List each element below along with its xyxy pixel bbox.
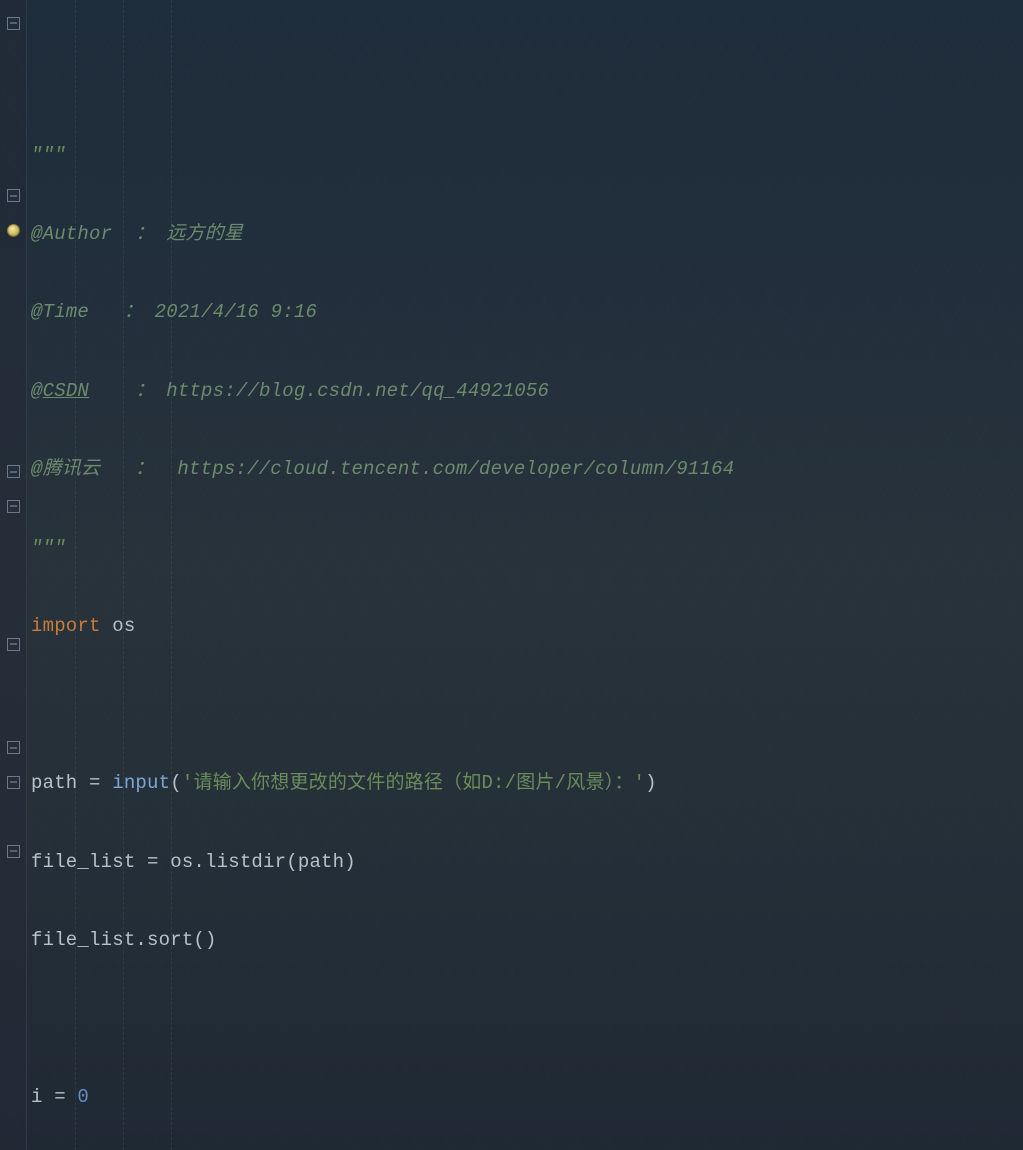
docstring-text: @Time ： 2021/4/16 9:16 <box>31 301 317 323</box>
string-literal: '请输入你想更改的文件的路径（如D:/图片/风景）：' <box>182 772 645 794</box>
fold-toggle-icon[interactable] <box>0 834 26 869</box>
code-line[interactable]: path = input('请输入你想更改的文件的路径（如D:/图片/风景）：'… <box>31 766 1023 801</box>
fold-toggle-icon[interactable] <box>0 731 26 766</box>
gutter-blank <box>0 282 26 317</box>
gutter-blank <box>0 524 26 559</box>
code-line[interactable]: @CSDN ： https://blog.csdn.net/qq_4492105… <box>31 374 1023 409</box>
fold-toggle-icon[interactable] <box>0 765 26 800</box>
docstring-quote: """ <box>31 144 66 166</box>
gutter-blank <box>0 248 26 283</box>
code-line[interactable]: import os <box>31 609 1023 644</box>
number-literal: 0 <box>77 1086 89 1108</box>
code-line[interactable] <box>31 688 1023 723</box>
code-line[interactable]: @腾讯云 ： https://cloud.tencent.com/develop… <box>31 452 1023 487</box>
gutter-blank <box>0 869 26 904</box>
gutter-blank <box>0 41 26 76</box>
gutter-blank <box>0 386 26 421</box>
gutter-blank <box>0 420 26 455</box>
fold-toggle-icon[interactable] <box>0 627 26 662</box>
code-area[interactable]: """ @Author ： 远方的星 @Time ： 2021/4/16 9:1… <box>27 0 1023 1150</box>
keyword-import: import <box>31 615 101 637</box>
docstring-text: @腾讯云 ： https://cloud.tencent.com/develop… <box>31 458 734 480</box>
gutter-blank <box>0 110 26 145</box>
lightbulb-icon[interactable] <box>0 213 26 248</box>
gutter-blank <box>0 144 26 179</box>
gutter <box>0 0 27 1150</box>
code-line[interactable]: @Time ： 2021/4/16 9:16 <box>31 295 1023 330</box>
gutter-blank <box>0 558 26 593</box>
code-line[interactable]: """ <box>31 531 1023 566</box>
code-line[interactable]: """ <box>31 138 1023 173</box>
fold-toggle-icon[interactable] <box>0 6 26 41</box>
code-line[interactable]: file_list.sort() <box>31 923 1023 958</box>
gutter-blank <box>0 75 26 110</box>
gutter-blank <box>0 800 26 835</box>
docstring-text: @CSDN ： https://blog.csdn.net/qq_4492105… <box>31 380 549 402</box>
code-line[interactable]: i = 0 <box>31 1080 1023 1115</box>
fold-toggle-icon[interactable] <box>0 179 26 214</box>
code-editor[interactable]: """ @Author ： 远方的星 @Time ： 2021/4/16 9:1… <box>0 0 1023 1150</box>
gutter-blank <box>0 593 26 628</box>
gutter-blank <box>0 662 26 697</box>
gutter-blank <box>0 696 26 731</box>
fold-toggle-icon[interactable] <box>0 455 26 490</box>
code-line[interactable]: @Author ： 远方的星 <box>31 217 1023 252</box>
code-line[interactable] <box>31 1002 1023 1037</box>
gutter-blank <box>0 317 26 352</box>
docstring-quote: """ <box>31 537 66 559</box>
builtin-input: input <box>112 772 170 794</box>
fold-toggle-icon[interactable] <box>0 489 26 524</box>
docstring-text: @Author ： 远方的星 <box>31 223 243 245</box>
code-line[interactable]: file_list = os.listdir(path) <box>31 845 1023 880</box>
gutter-blank <box>0 351 26 386</box>
